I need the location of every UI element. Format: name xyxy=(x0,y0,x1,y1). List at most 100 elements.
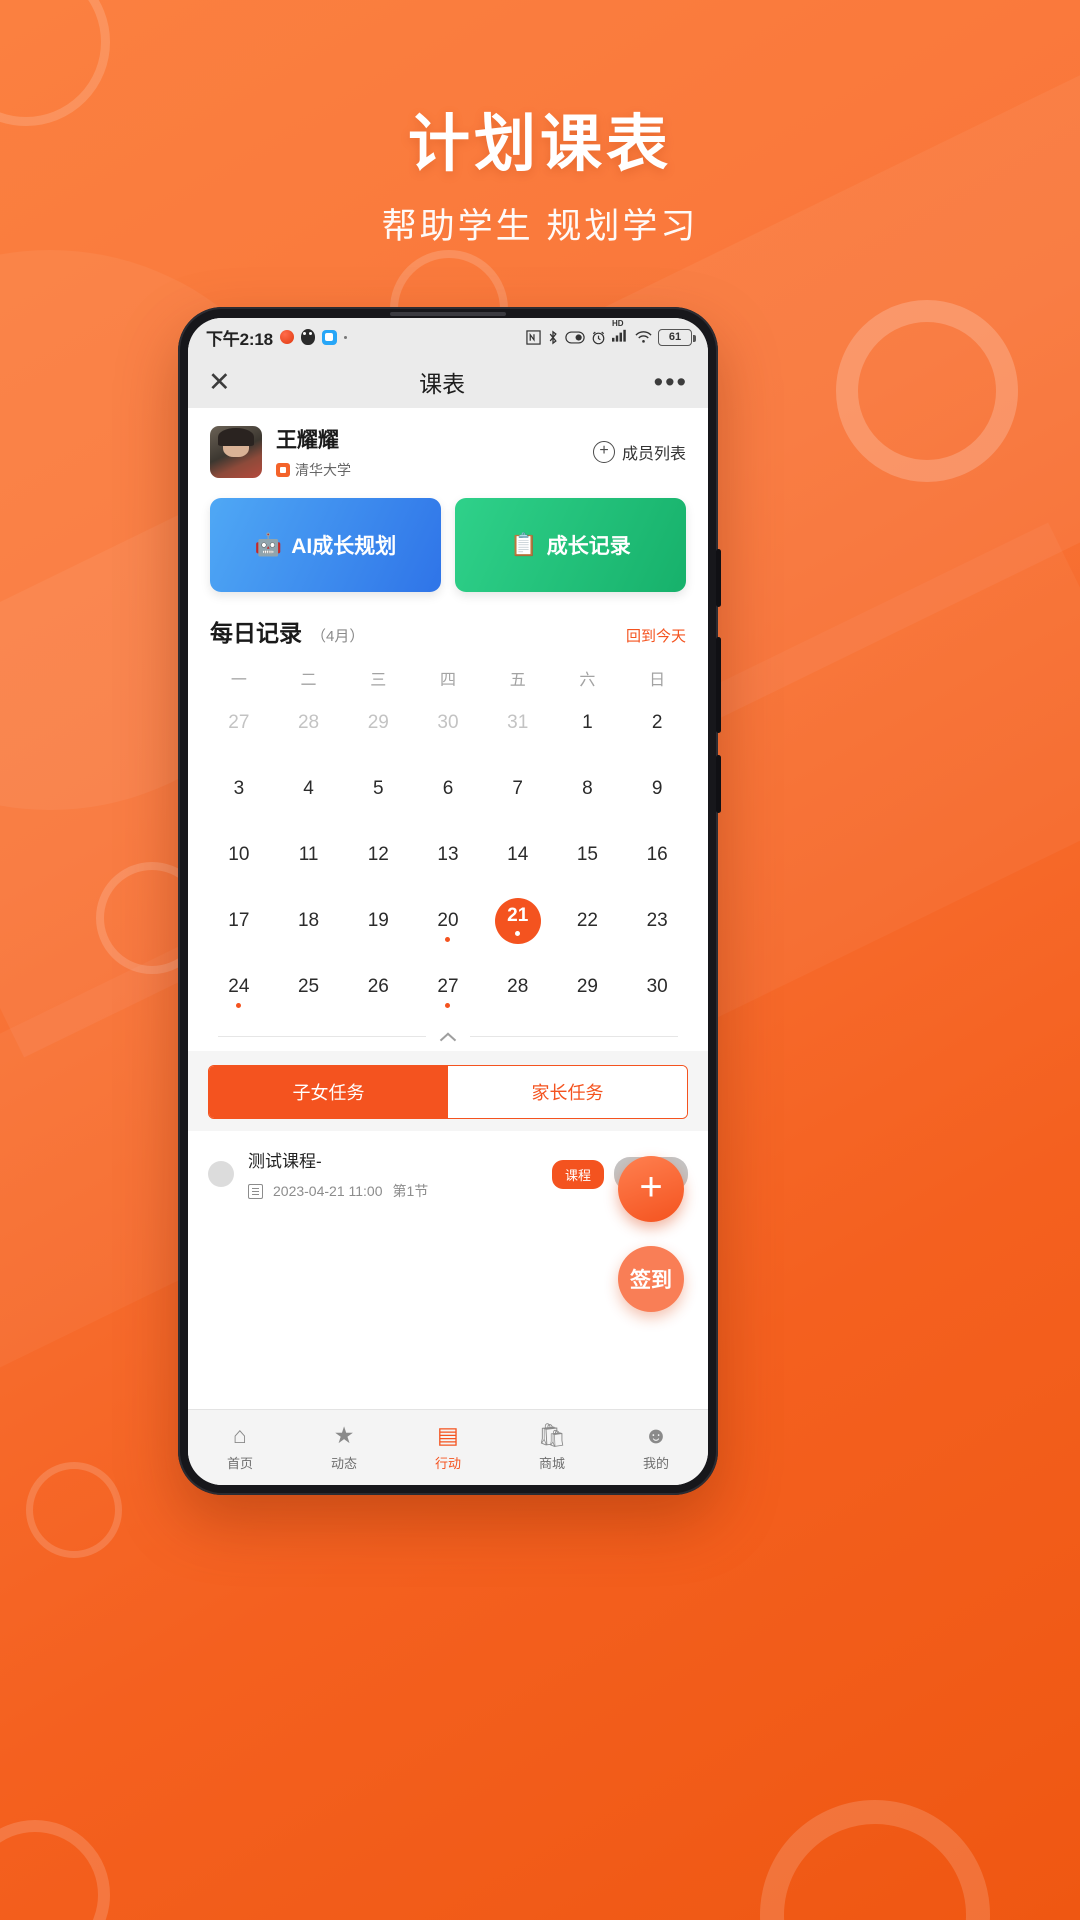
calendar-month-label: （4月） xyxy=(311,628,365,645)
add-task-fab[interactable]: + xyxy=(618,1156,684,1222)
promo-background: 计划课表 帮助学生 规划学习 下午2:18 HD 61 ✕ 课表 ••• 王耀耀… xyxy=(0,0,1080,1920)
calendar-day-number: 14 xyxy=(507,844,529,865)
nav-item-home[interactable]: ⌂ 首页 xyxy=(188,1423,292,1472)
calendar-day[interactable]: 27 xyxy=(204,692,274,754)
tab-parent-tasks[interactable]: 家长任务 xyxy=(448,1066,687,1118)
calendar-day[interactable]: 26 xyxy=(343,956,413,1018)
qq-penguin-icon xyxy=(300,329,315,345)
calendar-day[interactable]: 6 xyxy=(413,758,483,820)
calendar-day-number: 26 xyxy=(367,976,389,997)
nav-item-action[interactable]: ▤ 行动 xyxy=(396,1423,500,1472)
close-icon[interactable]: ✕ xyxy=(208,368,231,396)
calendar-day[interactable]: 14 xyxy=(483,824,553,886)
calendar-day[interactable]: 2 xyxy=(622,692,692,754)
calendar-day[interactable]: 19 xyxy=(343,890,413,952)
hd-signal-icon: HD xyxy=(612,319,629,347)
calendar-day[interactable]: 3 xyxy=(204,758,274,820)
calendar-day[interactable]: 29 xyxy=(343,692,413,754)
nav-item-dynamic[interactable]: ★ 动态 xyxy=(292,1421,396,1472)
calendar-day-number: 20 xyxy=(437,910,459,931)
calendar-day[interactable]: 13 xyxy=(413,824,483,886)
calendar-day-dot xyxy=(236,1003,242,1008)
calendar-day[interactable]: 5 xyxy=(343,758,413,820)
calendar-day-number: 10 xyxy=(228,844,250,865)
action-cards: 🤖 AI成长规划 📋 成长记录 xyxy=(188,492,708,592)
red-dot-icon xyxy=(279,330,294,344)
calendar-day[interactable]: 29 xyxy=(553,956,623,1018)
calendar-day[interactable]: 15 xyxy=(553,824,623,886)
calendar-day[interactable]: 12 xyxy=(343,824,413,886)
calendar-day-number: 11 xyxy=(298,844,319,865)
chevron-up-icon[interactable] xyxy=(440,1032,456,1041)
calendar-day[interactable]: 20 xyxy=(413,890,483,952)
decor-ring-bottom-right xyxy=(760,1800,990,1920)
calendar-day-today[interactable]: 21 xyxy=(483,890,553,952)
calendar-day-number: 30 xyxy=(646,976,668,997)
calendar-day[interactable]: 22 xyxy=(553,890,623,952)
calendar-day-number: 7 xyxy=(512,778,523,799)
calendar-day[interactable]: 30 xyxy=(622,956,692,1018)
calendar-day-number: 24 xyxy=(228,976,250,997)
ai-growth-plan-label: AI成长规划 xyxy=(291,535,397,558)
calendar-weekday-row: 一二三四五六日 xyxy=(188,652,708,692)
calendar-day[interactable]: 9 xyxy=(622,758,692,820)
growth-record-card[interactable]: 📋 成长记录 xyxy=(455,498,686,592)
calendar-day[interactable]: 30 xyxy=(413,692,483,754)
star-icon: ★ xyxy=(333,1421,355,1448)
calendar-day[interactable]: 11 xyxy=(274,824,344,886)
calendar-day[interactable]: 17 xyxy=(204,890,274,952)
member-list-label: 成员列表 xyxy=(621,446,686,463)
avatar[interactable] xyxy=(210,426,262,478)
calendar-weekday-0: 一 xyxy=(230,672,247,689)
calendar-day[interactable]: 28 xyxy=(274,692,344,754)
sign-in-fab[interactable]: 签到 xyxy=(618,1246,684,1312)
calendar-day[interactable]: 18 xyxy=(274,890,344,952)
calendar-day[interactable]: 27 xyxy=(413,956,483,1018)
calendar-collapse-row[interactable] xyxy=(188,1018,708,1051)
calendar-day[interactable]: 24 xyxy=(204,956,274,1018)
wifi-icon xyxy=(635,331,652,343)
nav-label-action: 行动 xyxy=(434,1455,461,1471)
divider-left xyxy=(218,1036,426,1037)
calendar-day-number: 18 xyxy=(297,910,320,931)
task-period: 第1节 xyxy=(392,1183,429,1199)
calendar-day[interactable]: 8 xyxy=(553,758,623,820)
more-horizontal-icon[interactable]: ••• xyxy=(654,368,688,396)
back-to-today-link[interactable]: 回到今天 xyxy=(626,625,686,646)
ai-growth-plan-card[interactable]: 🤖 AI成长规划 xyxy=(210,498,441,592)
status-bar: 下午2:18 HD 61 xyxy=(188,318,708,356)
task-checkbox[interactable] xyxy=(208,1161,234,1187)
calendar-day-number: 17 xyxy=(228,910,250,931)
calendar-day-number: 1 xyxy=(582,712,593,733)
task-title: 测试课程- xyxy=(248,1152,322,1171)
calendar-day-number: 27 xyxy=(437,976,459,997)
nav-item-mine[interactable]: ☻ 我的 xyxy=(604,1423,708,1472)
battery-level: 61 xyxy=(668,331,682,343)
nav-item-mall[interactable]: 🛍 商城 xyxy=(500,1423,604,1472)
calendar-weekday-2: 三 xyxy=(370,672,387,689)
calendar-day[interactable]: 16 xyxy=(622,824,692,886)
calendar-day[interactable]: 28 xyxy=(483,956,553,1018)
calendar-day[interactable]: 25 xyxy=(274,956,344,1018)
calendar-day-number: 23 xyxy=(646,910,668,931)
calendar-day[interactable]: 23 xyxy=(622,890,692,952)
calendar-day[interactable]: 1 xyxy=(553,692,623,754)
status-bar-right: HD 61 xyxy=(526,319,696,347)
calendar-day[interactable]: 10 xyxy=(204,824,274,886)
profile-section: 王耀耀 清华大学 + 成员列表 xyxy=(188,408,708,492)
profile-name: 王耀耀 xyxy=(276,429,339,452)
calendar-day[interactable]: 31 xyxy=(483,692,553,754)
calendar-day[interactable]: 7 xyxy=(483,758,553,820)
task-tag: 课程 xyxy=(551,1159,604,1189)
calendar-day-number: 28 xyxy=(507,976,529,997)
small-dot-icon xyxy=(343,335,347,339)
calendar-day-number: 13 xyxy=(437,844,459,865)
calendar-day-number: 29 xyxy=(367,712,389,733)
calendar-day[interactable]: 4 xyxy=(274,758,344,820)
tab-child-tasks[interactable]: 子女任务 xyxy=(209,1066,448,1118)
calendar-weekday-5: 六 xyxy=(579,672,596,689)
profile-school-row: 清华大学 xyxy=(276,460,593,480)
calendar-day-number: 15 xyxy=(576,844,598,865)
promo-title: 计划课表 xyxy=(407,110,672,179)
member-list-button[interactable]: + 成员列表 xyxy=(592,440,686,464)
